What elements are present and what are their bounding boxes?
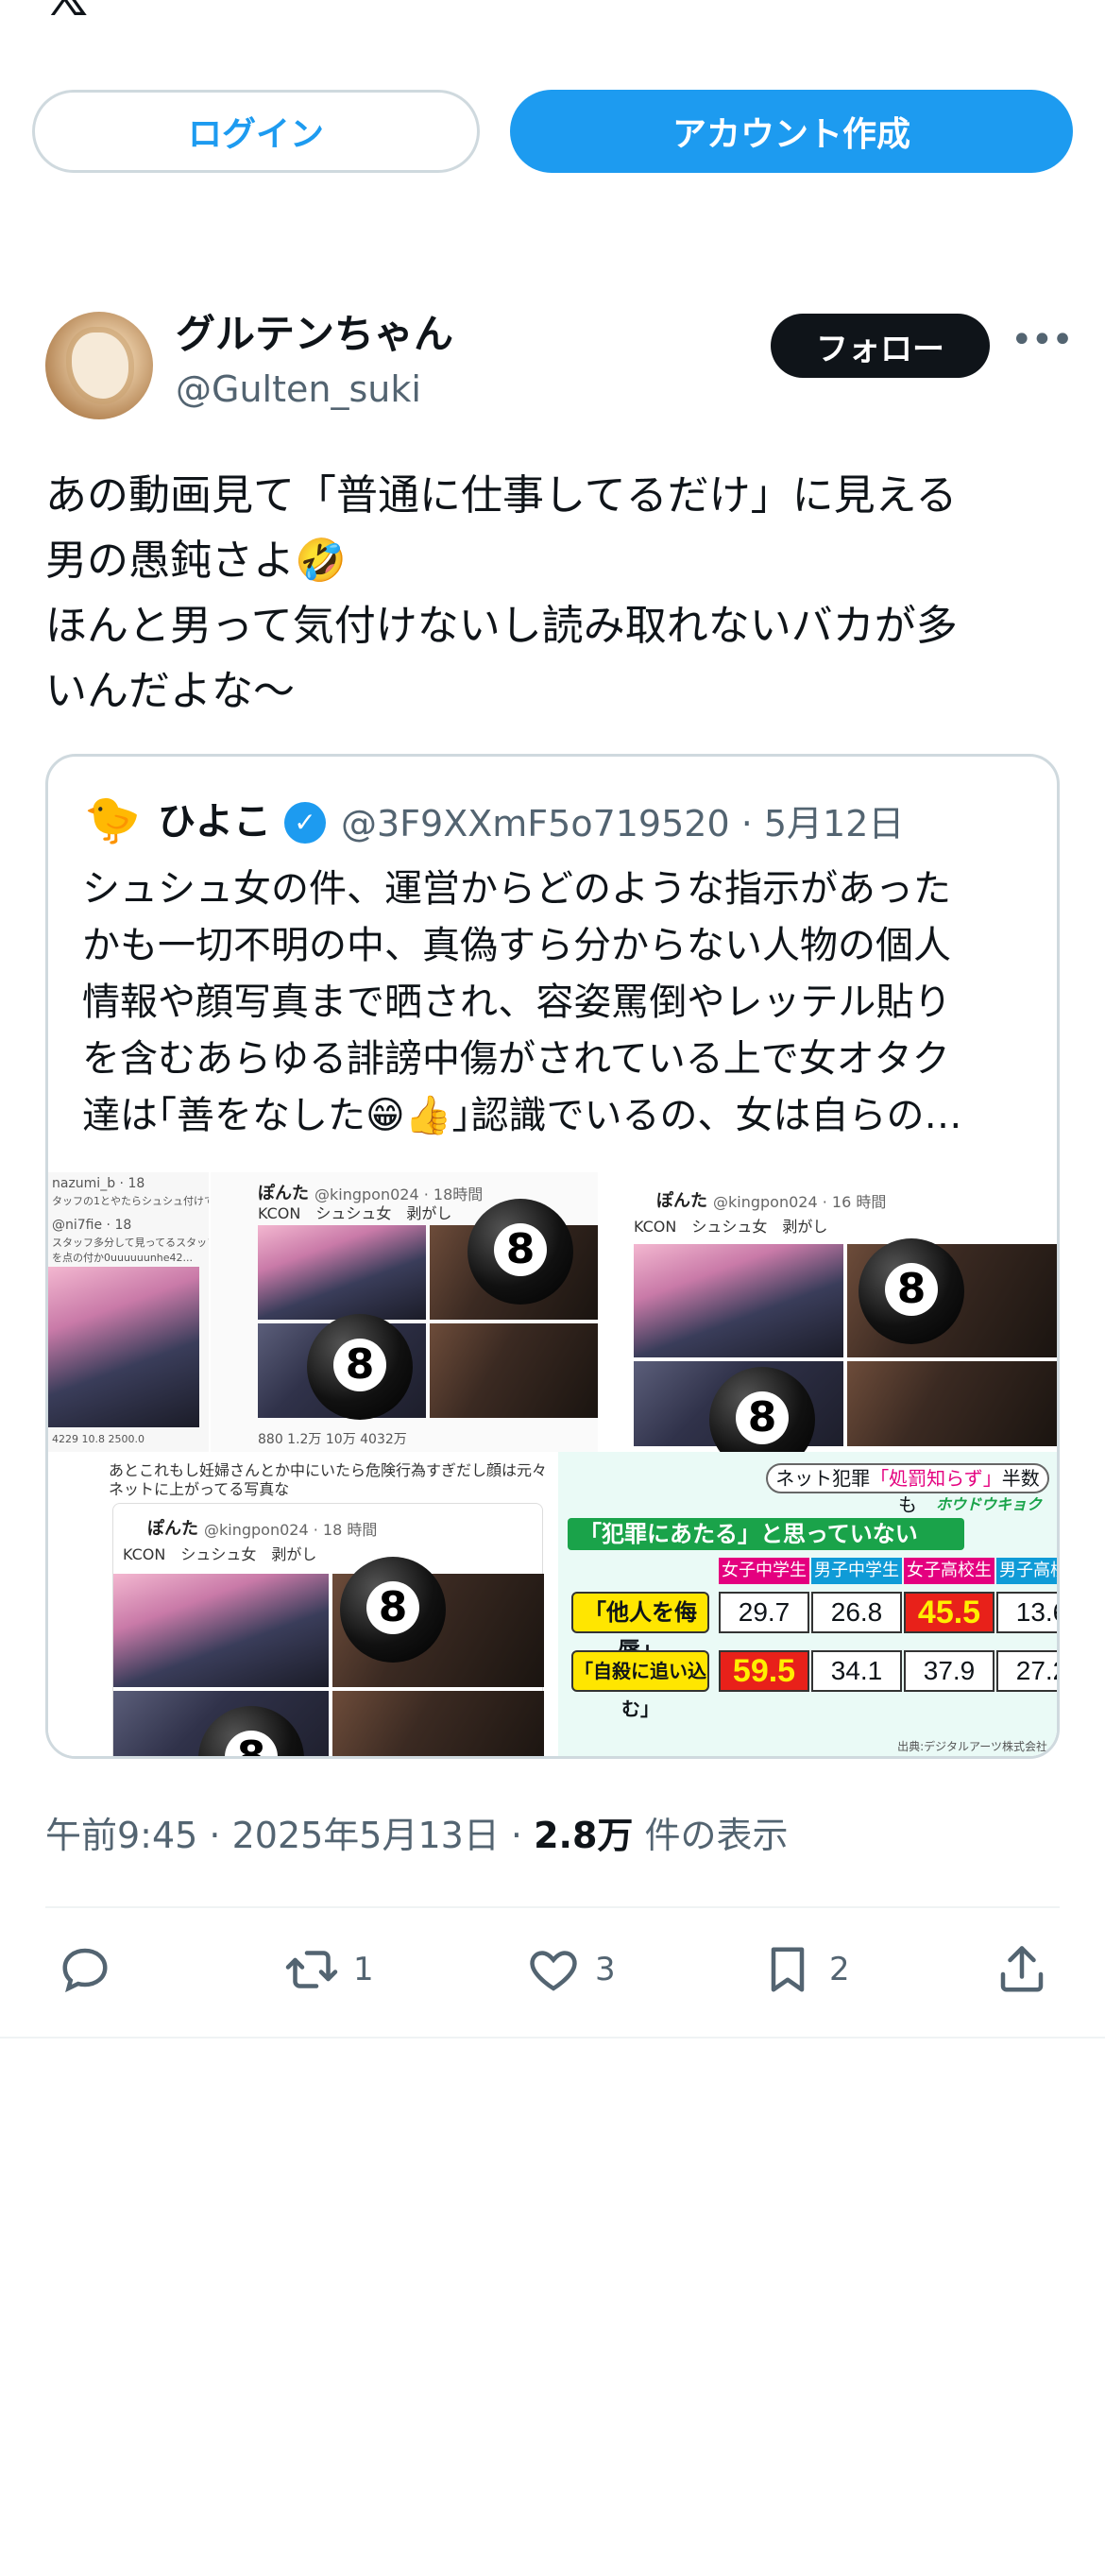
tweet-text: あの動画見て「普通に仕事してるだけ」に見える 男の愚鈍さよ🤣 ほんと男って気付け… — [45, 471, 958, 715]
like-button[interactable]: 3 — [525, 1936, 616, 2003]
quote-handle-date: @3F9XXmF5o719520 · 5月12日 — [341, 803, 905, 844]
verified-badge-icon: ✓ — [284, 802, 326, 844]
avatar-image — [72, 333, 128, 399]
p3-photo-a — [634, 1244, 843, 1357]
share-icon — [1000, 1946, 1044, 1992]
tweet-date[interactable]: 2025年5月13日 — [232, 1815, 500, 1856]
p2-caption: KCON シュシュ女 剥がし — [258, 1204, 452, 1222]
p5-title: ネット犯罪「処罰知らず」半数も — [766, 1463, 1049, 1516]
retweet-icon — [285, 1951, 338, 1988]
create-account-button[interactable]: アカウント作成 — [510, 90, 1073, 173]
p5-row-1-label: 「自殺に追い込む」 — [571, 1650, 709, 1720]
p1-line5: を点の付か0uuuuuunhe42... — [52, 1252, 194, 1264]
bookmark-icon — [771, 1947, 805, 1992]
p5-header: 「犯罪にあたる」と思っていない — [568, 1518, 964, 1550]
x-logo-icon[interactable]: 𝕏 — [45, 0, 111, 17]
tweet-timestamp[interactable]: 午前9:45 · 2025年5月13日 · 2.8万 件の表示 — [45, 1806, 789, 1858]
avatar[interactable] — [45, 312, 153, 419]
quote-media-image[interactable]: nazumi_b · 18 タッフの1とやたらシュシュ付けて意味深してるあ @n… — [48, 1172, 1057, 1756]
p3-user: ぽんた — [656, 1191, 707, 1211]
views-label: 件の表示 — [644, 1815, 789, 1856]
quoted-tweet-card[interactable]: 🐤 ひよこ ✓ @3F9XXmF5o719520 · 5月12日 シュシュ女の件… — [45, 754, 1060, 1759]
p4-handle: @kingpon024 · 18 時間 — [204, 1521, 378, 1539]
views-count: 2.8万 — [534, 1815, 634, 1856]
p5-source: 出典:デジタルアーツ株式会社 — [897, 1740, 1047, 1753]
media-panel-1: nazumi_b · 18 タッフの1とやたらシュシュ付けて意味深してるあ @n… — [48, 1172, 209, 1452]
tweet-time[interactable]: 午前9:45 — [45, 1815, 197, 1856]
divider — [45, 1906, 1060, 1908]
p5-cell: 26.8 — [811, 1592, 902, 1633]
media-panel-2: ぽんた @kingpon024 · 18時間 KCON シュシュ女 剥がし 88… — [211, 1172, 598, 1452]
p1-photo — [48, 1267, 199, 1427]
blur-ball-icon — [340, 1557, 446, 1663]
p5-cell: 34.1 — [811, 1650, 902, 1692]
p3-photo-d — [847, 1361, 1057, 1446]
author-display-name[interactable]: グルテンちゃん — [176, 302, 453, 360]
quote-text: シュシュ女の件、運営からどのような指示があった かも一切不明の中、真偽すら分から… — [82, 867, 962, 1137]
p5-title-pre: ネット犯罪 — [775, 1467, 871, 1490]
p5-cell: 37.9 — [904, 1650, 994, 1692]
p5-cell: 13.6 — [996, 1592, 1057, 1633]
blur-ball-icon — [858, 1238, 964, 1344]
p1-line3: @ni7fie · 18 — [52, 1218, 132, 1233]
p4-user: ぽんた — [147, 1519, 198, 1539]
p5-sub: ホウドウキョク — [936, 1495, 1043, 1513]
like-count: 3 — [595, 1951, 616, 1988]
reply-button[interactable] — [57, 1936, 113, 2003]
p1-line2: タッフの1とやたらシュシュ付けて意味深してるあ — [52, 1195, 209, 1207]
p2-stats: 880 1.2万 10万 4032万 — [258, 1432, 407, 1447]
p2-photo-d — [430, 1323, 598, 1418]
media-panel-3: ぽんた @kingpon024 · 16 時間 KCON シュシュ女 剥がし — [619, 1172, 1057, 1456]
p2-photo-a — [258, 1225, 426, 1320]
follow-button[interactable]: フォロー — [771, 314, 990, 378]
p5-row-0-label: 「他人を侮辱」 — [571, 1592, 709, 1663]
bookmark-count: 2 — [829, 1951, 850, 1988]
p3-handle: @kingpon024 · 16 時間 — [713, 1193, 887, 1211]
p5-cell: 29.7 — [719, 1592, 809, 1633]
bookmark-button[interactable]: 2 — [759, 1936, 850, 2003]
p4-embedded-post: ぽんた @kingpon024 · 18 時間 KCON シュシュ女 剥がし — [112, 1503, 544, 1756]
blur-ball-icon — [468, 1199, 573, 1305]
reply-icon — [62, 1948, 108, 1993]
p5-cell: 59.5 — [719, 1650, 809, 1692]
divider — [0, 2037, 1105, 2039]
p4-photo-d — [332, 1691, 544, 1756]
more-horizontal-icon[interactable]: ••• — [1011, 321, 1074, 370]
blur-ball-icon — [307, 1314, 413, 1420]
p3-caption: KCON シュシュ女 剥がし — [634, 1218, 828, 1236]
retweet-count: 1 — [353, 1951, 374, 1988]
heart-icon — [530, 1951, 577, 1991]
login-button[interactable]: ログイン — [32, 90, 480, 173]
quote-avatar: 🐤 — [84, 793, 141, 846]
p5-col-1: 男子中学生 — [811, 1558, 902, 1584]
quote-display-name: ひよこ — [158, 800, 271, 844]
p5-col-0: 女子中学生 — [719, 1558, 809, 1584]
p4-photo-a — [113, 1574, 329, 1687]
p1-line1: nazumi_b · 18 — [52, 1176, 145, 1191]
share-button[interactable] — [994, 1936, 1050, 2003]
media-panel-4: あとこれもし妊婦さんとか中にいたら危険行為すぎだし顔は元々 ネットに上がってる写… — [48, 1452, 558, 1756]
p5-cell: 45.5 — [904, 1592, 994, 1633]
p5-col-3: 男子高校生 — [996, 1558, 1057, 1584]
p5-title-pink: 「処罰知らず」 — [870, 1467, 1002, 1490]
p5-cell: 27.2 — [996, 1650, 1057, 1692]
p4-caption: KCON シュシュ女 剥がし — [123, 1545, 317, 1563]
p1-line4: スタッフ多分して見ってるスタッフを二度と意味な — [52, 1237, 209, 1249]
author-handle[interactable]: @Gulten_suki — [176, 368, 421, 410]
p5-col-2: 女子高校生 — [904, 1558, 994, 1584]
media-panel-5-table: ネット犯罪「処罰知らず」半数も ホウドウキョク 「犯罪にあたる」と思っていない … — [558, 1452, 1057, 1756]
retweet-button[interactable]: 1 — [283, 1936, 374, 2003]
p4-note2: ネットに上がってる写真な — [109, 1480, 290, 1498]
p1-stats: 4229 10.8 2500.0 — [52, 1433, 144, 1445]
